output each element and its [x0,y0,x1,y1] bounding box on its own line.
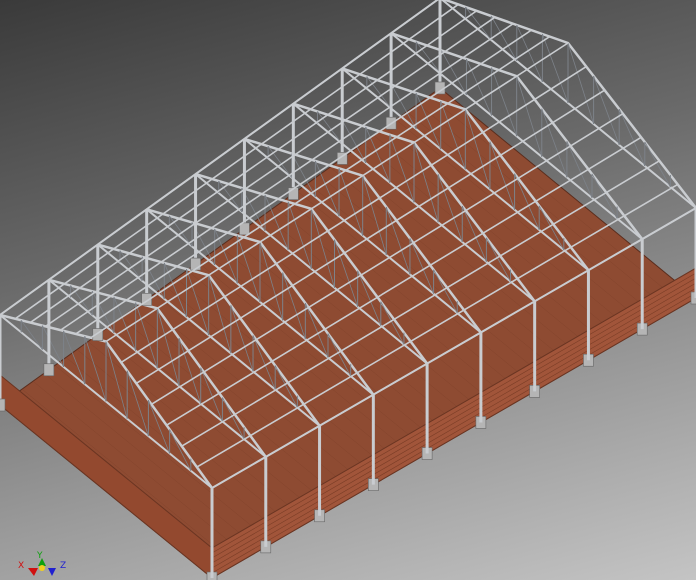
column-footing [0,398,6,412]
axis-triad: X Y Z [14,552,74,578]
3d-viewport[interactable]: X Y Z [0,0,696,580]
warehouse-model[interactable] [0,0,696,580]
axis-z-label: Z [60,561,67,571]
axis-y-label: Y [37,551,43,561]
column-footing [43,363,55,377]
axis-x-label: X [18,561,25,571]
